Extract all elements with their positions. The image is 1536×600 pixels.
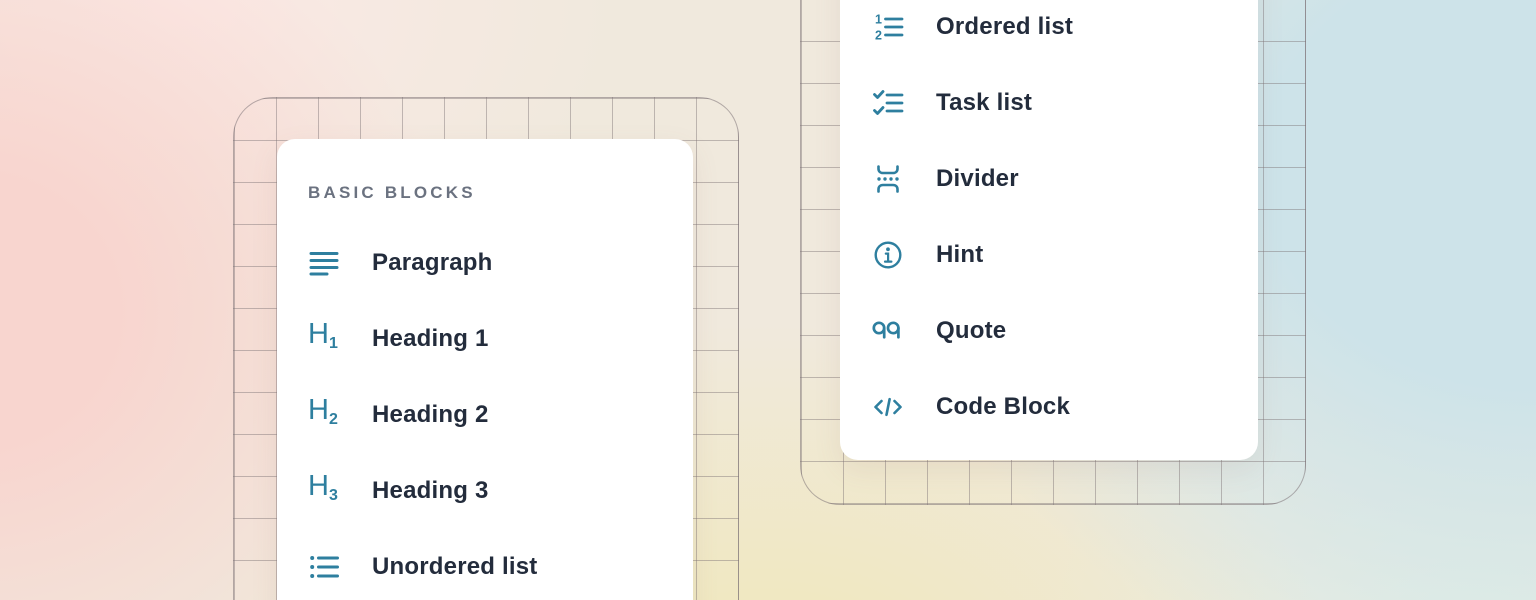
section-label-basic-blocks: BASIC BLOCKS <box>308 183 693 203</box>
menu-item-label: Heading 3 <box>372 477 489 505</box>
basic-blocks-menu-card: BASIC BLOCKS Paragraph H1 Heading 1 H2 Headi… <box>277 139 693 600</box>
paragraph-icon <box>308 247 342 279</box>
menu-item-quote[interactable]: Quote <box>872 293 1258 369</box>
menu-item-label: Paragraph <box>372 249 493 277</box>
menu-item-task-list[interactable]: Task list <box>872 65 1258 141</box>
menu-item-unordered-list[interactable]: Unordered list <box>308 529 693 600</box>
heading-1-icon: H1 <box>308 318 342 360</box>
code-block-icon <box>872 391 906 423</box>
menu-item-code-block[interactable]: Code Block <box>872 369 1258 445</box>
menu-item-label: Task list <box>936 89 1032 117</box>
ordered-list-icon: 12 <box>872 11 906 43</box>
heading-3-icon: H3 <box>308 470 342 512</box>
blocks-menu-card-right: 12Ordered list Task list Divider Hint Qu… <box>840 0 1258 460</box>
basic-blocks-menu-list: Paragraph H1 Heading 1 H2 Heading 2 H3 Heading… <box>308 225 693 600</box>
menu-item-label: Heading 2 <box>372 401 489 429</box>
heading-2-icon: H2 <box>308 394 342 436</box>
unordered-list-icon <box>308 551 342 583</box>
menu-item-label: Unordered list <box>372 553 538 581</box>
hint-icon <box>872 239 906 271</box>
menu-item-label: Ordered list <box>936 13 1073 41</box>
quote-icon <box>872 315 906 347</box>
canvas-background: BASIC BLOCKS Paragraph H1 Heading 1 H2 Headi… <box>0 0 1536 600</box>
menu-item-label: Heading 1 <box>372 325 489 353</box>
menu-item-ordered-list[interactable]: 12Ordered list <box>872 0 1258 65</box>
divider-icon <box>872 163 906 195</box>
menu-item-heading-1[interactable]: H1 Heading 1 <box>308 301 693 377</box>
menu-item-hint[interactable]: Hint <box>872 217 1258 293</box>
menu-item-label: Hint <box>936 241 983 269</box>
menu-item-paragraph[interactable]: Paragraph <box>308 225 693 301</box>
menu-item-label: Divider <box>936 165 1019 193</box>
task-list-icon <box>872 87 906 119</box>
svg-text:2: 2 <box>875 28 882 42</box>
menu-item-divider[interactable]: Divider <box>872 141 1258 217</box>
svg-text:1: 1 <box>875 12 882 26</box>
menu-item-label: Quote <box>936 317 1006 345</box>
menu-item-heading-2[interactable]: H2 Heading 2 <box>308 377 693 453</box>
menu-item-heading-3[interactable]: H3 Heading 3 <box>308 453 693 529</box>
menu-item-label: Code Block <box>936 393 1070 421</box>
blocks-menu-list-right: 12Ordered list Task list Divider Hint Qu… <box>872 0 1258 445</box>
